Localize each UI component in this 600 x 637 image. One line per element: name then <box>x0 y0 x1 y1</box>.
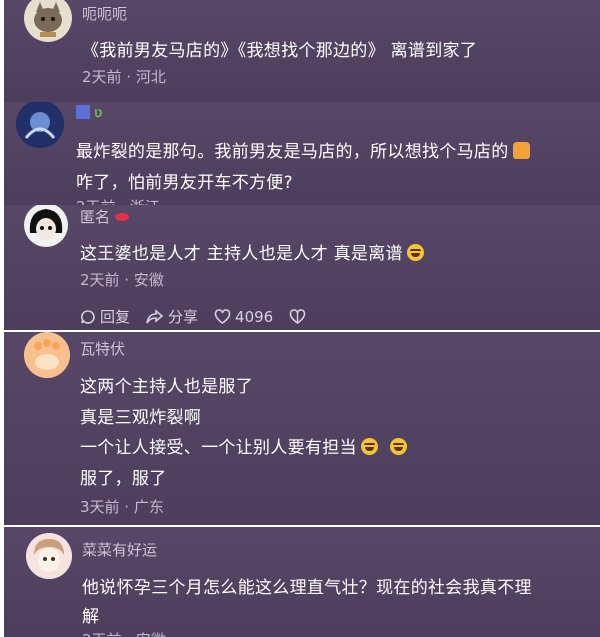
comment-username[interactable]: 菜菜有好运 <box>82 539 157 560</box>
username-row[interactable]: 匿名 <box>80 206 130 227</box>
reply-icon <box>81 309 95 324</box>
laugh-emoji-icon <box>389 438 407 455</box>
comment-text: 解 <box>82 607 100 627</box>
share-icon <box>146 308 164 323</box>
avatar[interactable] <box>24 332 70 378</box>
comment-card: ʋ 最炸裂的是那句。我前男友是马店的，所以想找个马店的 咋了，怕前男友开车不方便… <box>4 102 600 205</box>
comment-meta: 2天前 · 安徽 <box>80 271 164 289</box>
laugh-emoji-icon <box>360 438 378 455</box>
comment-username[interactable]: 呃呃呃 <box>82 3 127 24</box>
dislike-button[interactable] <box>289 308 306 325</box>
comment-meta: 2天前 · 河北 <box>82 68 166 86</box>
like-count: 4096 <box>235 307 274 326</box>
avatar[interactable] <box>26 533 72 579</box>
comment-text: 《我前男友马店的》《我想找个那边的》 离谱到家了 <box>82 41 478 61</box>
comment-text: 真是三观炸裂啊 <box>80 408 202 428</box>
comment-text-line: 这王婆也是人才 主持人也是人才 真是离谱 <box>80 244 403 264</box>
comment-text: 最炸裂的是那句。我前男友是马店的，所以想找个马店的 <box>76 137 530 162</box>
comment-text: 这王婆也是人才 主持人也是人才 真是离谱 <box>80 239 424 264</box>
lips-icon <box>115 212 130 221</box>
comment-card: 瓦特伏 这两个主持人也是服了 真是三观炸裂啊 一个让人接受、一个让别人要有担当 … <box>4 332 600 525</box>
username-badges[interactable]: ʋ <box>76 105 102 121</box>
share-label: 分享 <box>168 308 199 326</box>
comment-text: 咋了，怕前男友开车不方便? <box>76 173 293 193</box>
leaf-icon: ʋ <box>94 105 103 121</box>
like-button[interactable]: 4096 <box>214 308 273 326</box>
dislike-icon <box>289 308 306 324</box>
thumbs-up-emoji-icon <box>512 142 530 159</box>
comment-text: 服了，服了 <box>80 469 167 489</box>
comment-card: 呃呃呃 《我前男友马店的》《我想找个那边的》 离谱到家了 2天前 · 河北 <box>4 0 600 102</box>
comment-username: 匿名 <box>80 208 111 226</box>
comment-text: 一个让人接受、一个让别人要有担当 <box>80 433 407 458</box>
laugh-emoji-icon <box>406 244 424 261</box>
avatar[interactable] <box>16 102 64 148</box>
comment-meta: 2天前 · 安徽 <box>82 629 166 637</box>
avatar[interactable] <box>24 205 68 247</box>
comment-actions: 回复 分享 4096 <box>80 306 306 327</box>
reply-button[interactable]: 回复 <box>80 306 130 327</box>
comment-meta: 3天前 · 广东 <box>80 498 164 516</box>
comment-card: 菜菜有好运 他说怀孕三个月怎么能这么理直气壮？现在的社会我真不理 解 2天前 ·… <box>4 527 600 637</box>
comment-meta: 2天前 · 浙江 <box>76 196 160 205</box>
share-button[interactable]: 分享 <box>146 306 198 327</box>
comment-text-line: 一个让人接受、一个让别人要有担当 <box>80 438 357 458</box>
comment-text-line: 最炸裂的是那句。我前男友是马店的，所以想找个马店的 <box>76 142 509 162</box>
reply-label: 回复 <box>100 308 131 326</box>
avatar[interactable] <box>24 0 72 42</box>
comment-text: 他说怀孕三个月怎么能这么理直气壮？现在的社会我真不理 <box>82 578 532 598</box>
heart-icon <box>214 308 231 324</box>
badge-icon <box>76 105 90 119</box>
comment-text: 这两个主持人也是服了 <box>80 377 253 397</box>
comment-username[interactable]: 瓦特伏 <box>80 338 125 359</box>
